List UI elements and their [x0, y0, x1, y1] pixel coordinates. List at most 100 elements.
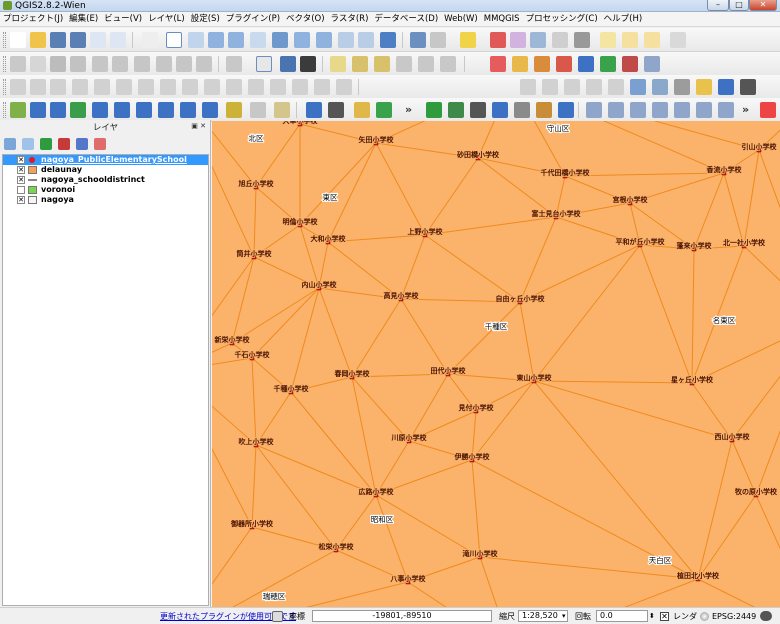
add-wms-icon[interactable] [136, 102, 152, 118]
delete-ring-icon[interactable] [160, 79, 176, 95]
school-point[interactable]: 星ヶ丘小学校 [670, 374, 715, 386]
db-manager-icon[interactable] [492, 102, 508, 118]
filter-icon[interactable] [630, 79, 646, 95]
new-project-icon[interactable] [10, 32, 26, 48]
save-project-icon[interactable] [50, 32, 66, 48]
scale-combo[interactable]: 1:28,520 [518, 610, 568, 622]
school-point[interactable]: 千種小学校 [273, 383, 310, 395]
color-ramp-icon[interactable] [644, 56, 660, 72]
zoom-next-icon[interactable] [358, 32, 374, 48]
school-point[interactable]: 北一社小学校 [722, 237, 767, 249]
menu-item-1[interactable]: 編集(E) [66, 12, 101, 27]
show-labels-icon[interactable] [374, 56, 390, 72]
attribute-table-icon[interactable] [530, 32, 546, 48]
add-oracle-icon[interactable] [114, 102, 130, 118]
layer-visibility-checkbox[interactable]: ✕ [17, 196, 25, 204]
layer-row-delaunay[interactable]: ✕ delaunay [3, 165, 208, 175]
grid-icon[interactable] [674, 79, 690, 95]
filter-legend-icon[interactable] [40, 138, 52, 150]
paste-features-icon[interactable] [196, 56, 212, 72]
grass-icon[interactable] [470, 102, 486, 118]
school-point[interactable]: 高見小学校 [383, 290, 420, 302]
point-display-icon[interactable] [740, 79, 756, 95]
actions-icon[interactable] [430, 32, 446, 48]
open-project-icon[interactable] [30, 32, 46, 48]
sum-icon[interactable] [622, 56, 638, 72]
school-point[interactable]: 香流小学校 [705, 164, 743, 176]
open-layer-styling-icon[interactable] [4, 138, 16, 150]
pan-map-icon[interactable] [166, 32, 182, 48]
add-wfs-icon[interactable] [180, 102, 196, 118]
add-spatialite-icon[interactable] [70, 102, 86, 118]
select-features-icon[interactable] [460, 32, 476, 48]
close-button[interactable]: ✕ [749, 0, 777, 11]
maximize-button[interactable]: □ [729, 0, 749, 11]
measure-icon[interactable] [574, 32, 590, 48]
undo-history-icon[interactable] [30, 79, 46, 95]
menu-item-5[interactable]: プラグイン(P) [223, 12, 283, 27]
zoom-native-icon[interactable] [250, 32, 266, 48]
school-point[interactable]: 御器所小学校 [229, 518, 275, 530]
school-point[interactable]: 千石小学校 [234, 349, 271, 361]
refresh-icon[interactable] [380, 32, 396, 48]
add-group-icon[interactable] [22, 138, 34, 150]
render-checkbox[interactable]: ✕ [660, 612, 669, 621]
delete-selected-icon[interactable] [134, 56, 150, 72]
csw-icon[interactable] [256, 56, 272, 72]
vector-plugin-icon[interactable] [556, 56, 572, 72]
python-icon[interactable] [512, 56, 528, 72]
menu-item-9[interactable]: Web(W) [441, 12, 481, 27]
map-svg[interactable]: 矢田小学校砂田橋小学校千代田橋小学校旭丘小学校 香流小学校 引山小学校宮根小学校富士… [212, 121, 780, 607]
rotate-label-icon[interactable] [418, 56, 434, 72]
delete-part-icon[interactable] [182, 79, 198, 95]
menu-item-10[interactable]: MMQGIS [481, 12, 523, 27]
zoom-selection-icon[interactable] [294, 32, 310, 48]
menu-item-6[interactable]: ベクタ(O) [283, 12, 327, 27]
pin-labels-icon[interactable] [352, 56, 368, 72]
identify-icon[interactable] [410, 32, 426, 48]
toolbar-grip[interactable] [3, 56, 6, 72]
rotate-symbols-icon[interactable] [336, 79, 352, 95]
merge-attributes-icon[interactable] [314, 79, 330, 95]
messages-icon[interactable] [272, 611, 283, 622]
school-point[interactable]: 宮根小学校 [612, 194, 649, 206]
minimize-button[interactable]: – [707, 0, 729, 11]
python-plugin-icon[interactable] [534, 56, 550, 72]
school-point[interactable]: 千代田橋小学校 [540, 167, 591, 179]
new-bookmark-icon[interactable] [622, 32, 638, 48]
zoom-in-icon[interactable] [208, 32, 224, 48]
remove-layer-icon[interactable] [94, 138, 106, 150]
export-icon[interactable] [426, 102, 442, 118]
school-point[interactable]: 引山小学校 [741, 141, 778, 153]
toolbar-overflow-icon[interactable]: » [742, 102, 749, 118]
school-point[interactable]: 見付小学校 [457, 402, 495, 414]
layer-row-nagoya_PublicElementarySchool[interactable]: ✕ nagoya_PublicElementarySchool [3, 155, 208, 165]
school-point[interactable]: 明倫小学校 [282, 216, 319, 228]
add-part-icon[interactable] [116, 79, 132, 95]
toggle-editing-icon[interactable] [30, 56, 46, 72]
menu-item-2[interactable]: ビュー(V) [101, 12, 145, 27]
school-point[interactable]: 大幸小学校 [282, 121, 319, 127]
expand-all-icon[interactable] [58, 138, 70, 150]
mmqgis-icon-1[interactable] [586, 102, 602, 118]
align-right-icon[interactable] [542, 79, 558, 95]
crs-globe-icon[interactable] [700, 612, 709, 621]
raster-plugin-icon[interactable] [578, 56, 594, 72]
layer-row-nagoya_schooldistrinct[interactable]: ✕ nagoya_schooldistrinct [3, 175, 208, 185]
help-icon[interactable] [306, 102, 322, 118]
align-left-icon[interactable] [520, 79, 536, 95]
processing-toolbox-icon[interactable] [760, 102, 776, 118]
save-as-icon[interactable] [70, 32, 86, 48]
toolbar-overflow-icon[interactable]: » [405, 102, 412, 118]
spatial-query-icon[interactable] [558, 102, 574, 118]
road-graph-icon[interactable] [536, 102, 552, 118]
toolbar-grip[interactable] [3, 102, 6, 118]
mmqgis-icon-4[interactable] [652, 102, 668, 118]
deselect-icon[interactable] [490, 32, 506, 48]
label-tool-icon[interactable] [300, 56, 316, 72]
reshape-icon[interactable] [204, 79, 220, 95]
school-point[interactable]: 牧の原小学校 [734, 486, 779, 498]
zoom-layer-icon[interactable] [316, 32, 332, 48]
menu-item-12[interactable]: ヘルプ(H) [601, 12, 646, 27]
new-shapefile-icon[interactable] [226, 102, 242, 118]
